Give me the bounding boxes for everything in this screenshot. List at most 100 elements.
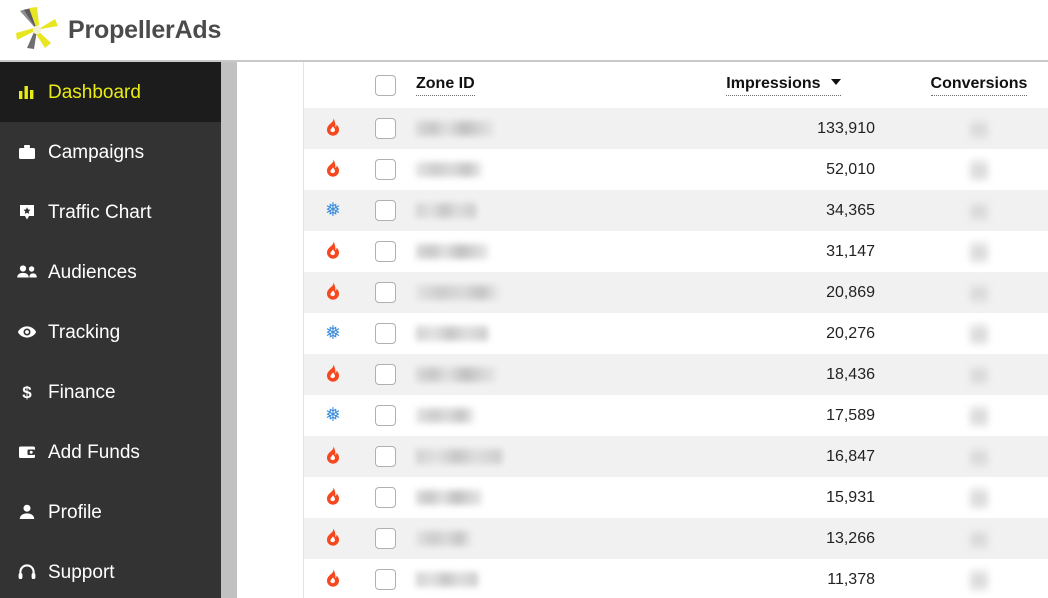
table-row[interactable]: 20,869	[304, 272, 1048, 313]
conversions-cell	[909, 322, 1048, 345]
conversions-cell	[909, 486, 1048, 509]
sidebar-item-profile[interactable]: Profile	[0, 482, 221, 542]
conversions-cell	[909, 199, 1048, 222]
table-row[interactable]: 11,378	[304, 559, 1048, 598]
sidebar-item-finance[interactable]: $ Finance	[0, 362, 221, 422]
briefcase-icon	[14, 142, 40, 162]
zone-id-redacted-value	[416, 572, 478, 587]
conversions-redacted-value	[970, 404, 988, 427]
column-header-impressions[interactable]: Impressions	[726, 75, 841, 96]
row-checkbox[interactable]	[374, 364, 396, 385]
eye-icon	[14, 322, 40, 342]
table-body: 133,910 52,010 ❅ 34,365 31,147 20,869 ❅ 20,276 1…	[304, 108, 1048, 598]
row-select-cell	[362, 200, 408, 221]
row-checkbox[interactable]	[374, 446, 396, 467]
zone-id-cell	[408, 326, 674, 341]
conversions-redacted-value	[970, 568, 988, 591]
row-flag-cell	[304, 527, 362, 551]
table-row[interactable]: 133,910	[304, 108, 1048, 149]
row-checkbox[interactable]	[374, 487, 396, 508]
table-row[interactable]: ❅ 20,276	[304, 313, 1048, 354]
sidebar-item-dashboard[interactable]: Dashboard	[0, 62, 221, 122]
zone-id-redacted-value	[416, 531, 472, 546]
flame-icon	[324, 363, 342, 387]
table-row[interactable]: ❅ 34,365	[304, 190, 1048, 231]
row-select-cell	[362, 118, 408, 139]
row-checkbox[interactable]	[374, 323, 396, 344]
conversions-cell	[909, 240, 1048, 263]
zone-id-cell	[408, 367, 674, 382]
flame-icon	[324, 445, 342, 469]
people-icon	[14, 262, 40, 282]
app-root: PropellerAds Dashboard Campaigns Traffic C…	[0, 0, 1048, 598]
table-row[interactable]: 31,147	[304, 231, 1048, 272]
sidebar-item-campaigns[interactable]: Campaigns	[0, 122, 221, 182]
impressions-cell: 15,931	[826, 488, 875, 506]
sidebar-item-support[interactable]: Support	[0, 542, 221, 598]
sidebar-item-label: Audiences	[48, 261, 137, 283]
sidebar-item-tracking[interactable]: Tracking	[0, 302, 221, 362]
impressions-cell: 17,589	[826, 406, 875, 424]
row-checkbox[interactable]	[374, 241, 396, 262]
row-select-cell	[362, 323, 408, 344]
flame-icon	[324, 240, 342, 264]
snowflake-icon: ❅	[325, 200, 341, 221]
row-flag-cell	[304, 240, 362, 264]
zone-id-cell	[408, 285, 674, 300]
table-row[interactable]: 16,847	[304, 436, 1048, 477]
propeller-logo-icon	[12, 5, 62, 55]
zone-id-cell	[408, 531, 674, 546]
sidebar-item-label: Dashboard	[48, 81, 141, 103]
flame-icon	[324, 117, 342, 141]
row-select-cell	[362, 446, 408, 467]
table-row[interactable]: 18,436	[304, 354, 1048, 395]
row-checkbox[interactable]	[374, 159, 396, 180]
row-checkbox[interactable]	[374, 282, 396, 303]
row-flag-cell	[304, 568, 362, 592]
sidebar-item-label: Traffic Chart	[48, 201, 152, 223]
sidebar-item-label: Campaigns	[48, 141, 145, 163]
flame-icon	[324, 486, 342, 510]
top-header-bar: PropellerAds	[0, 0, 1048, 62]
zone-id-redacted-value	[416, 244, 488, 259]
zone-id-redacted-value	[416, 162, 482, 177]
row-flag-cell	[304, 158, 362, 182]
table-header-row: Zone ID Impressions Conversions	[304, 62, 1048, 108]
table-row[interactable]: 15,931	[304, 477, 1048, 518]
table-row[interactable]: 52,010	[304, 149, 1048, 190]
zone-id-redacted-value	[416, 326, 488, 341]
snowflake-icon: ❅	[325, 323, 341, 344]
impressions-cell: 11,378	[827, 570, 875, 588]
impressions-cell: 52,010	[826, 160, 875, 178]
row-select-cell	[362, 159, 408, 180]
row-flag-cell	[304, 445, 362, 469]
zone-id-redacted-value	[416, 449, 502, 464]
conversions-redacted-value	[970, 158, 988, 181]
brand-logo-link[interactable]: PropellerAds	[0, 0, 221, 60]
row-select-cell	[362, 569, 408, 590]
zone-id-cell	[408, 203, 674, 218]
main-sidebar: Dashboard Campaigns Traffic Chart Audiences…	[0, 62, 221, 598]
row-checkbox[interactable]	[374, 200, 396, 221]
row-flag-cell	[304, 363, 362, 387]
row-checkbox[interactable]	[374, 405, 396, 426]
table-row[interactable]: ❅ 17,589	[304, 395, 1048, 436]
row-checkbox[interactable]	[374, 569, 396, 590]
flame-icon	[324, 527, 342, 551]
select-all-checkbox[interactable]	[374, 74, 396, 96]
column-header-zone-id[interactable]: Zone ID	[416, 75, 475, 96]
row-checkbox[interactable]	[374, 118, 396, 139]
impressions-cell: 16,847	[826, 447, 875, 465]
page-scrollbar[interactable]	[221, 62, 237, 598]
zones-table: Zone ID Impressions Conversions 133,910 …	[303, 62, 1048, 598]
zone-id-cell	[408, 490, 674, 505]
sidebar-item-add-funds[interactable]: Add Funds	[0, 422, 221, 482]
table-row[interactable]: 13,266	[304, 518, 1048, 559]
svg-text:$: $	[22, 383, 32, 402]
sidebar-item-audiences[interactable]: Audiences	[0, 242, 221, 302]
row-checkbox[interactable]	[374, 528, 396, 549]
impressions-cell: 34,365	[826, 201, 875, 219]
sidebar-item-traffic-chart[interactable]: Traffic Chart	[0, 182, 221, 242]
impressions-cell: 20,869	[826, 283, 875, 301]
column-header-conversions[interactable]: Conversions	[930, 75, 1028, 96]
